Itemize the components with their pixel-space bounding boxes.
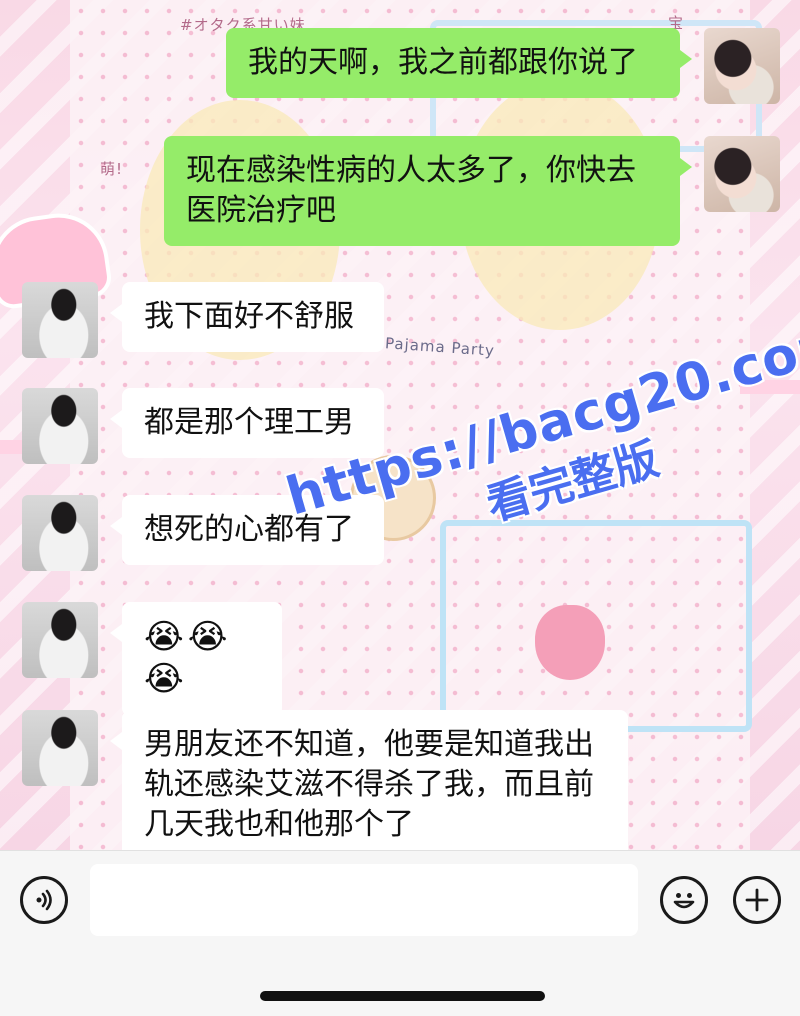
self-avatar[interactable] (704, 28, 780, 104)
chat-input-bar (0, 850, 800, 1016)
crying-emoji-text: 😭😭😭 (144, 617, 232, 699)
contact-avatar[interactable] (22, 602, 98, 678)
message-bubble-received[interactable]: 想死的心都有了 (110, 495, 384, 565)
message-text: 都是那个理工男 (144, 405, 354, 440)
wallpaper-side-text: 萌! (100, 160, 124, 178)
message-bubble-received[interactable]: 男朋友还不知道，他要是知道我出轨还感染艾滋不得杀了我，而且前几天我也和他那个了 (110, 710, 628, 860)
message-bubble-received[interactable]: 😭😭😭 (110, 602, 282, 716)
message-row: 现在感染性病的人太多了，你快去医院治疗吧 (164, 136, 780, 246)
contact-avatar[interactable] (22, 495, 98, 571)
message-bubble-sent[interactable]: 我的天啊，我之前都跟你说了 (226, 28, 692, 98)
voice-icon (36, 889, 52, 911)
self-avatar[interactable] (704, 136, 780, 212)
message-row: 都是那个理工男 (22, 388, 384, 464)
contact-avatar[interactable] (22, 388, 98, 464)
contact-avatar[interactable] (22, 282, 98, 358)
strawberry-decoration (535, 605, 605, 680)
message-bubble-sent[interactable]: 现在感染性病的人太多了，你快去医院治疗吧 (164, 136, 692, 246)
message-text: 男朋友还不知道，他要是知道我出轨还感染艾滋不得杀了我，而且前几天我也和他那个了 (144, 727, 594, 842)
emoji-button[interactable] (660, 876, 708, 924)
message-row: 😭😭😭 (22, 602, 282, 716)
message-row: 我的天啊，我之前都跟你说了 (226, 28, 780, 104)
message-row: 我下面好不舒服 (22, 282, 384, 358)
message-row: 想死的心都有了 (22, 495, 384, 571)
contact-avatar[interactable] (22, 710, 98, 786)
message-text: 想死的心都有了 (144, 512, 354, 547)
plus-icon (745, 888, 769, 912)
message-bubble-received[interactable]: 都是那个理工男 (110, 388, 384, 458)
message-text: 我的天啊，我之前都跟你说了 (248, 45, 638, 80)
plus-button[interactable] (733, 876, 781, 924)
voice-button[interactable] (20, 876, 68, 924)
home-indicator (260, 991, 545, 1001)
message-input[interactable] (90, 864, 638, 936)
wallpaper-stripe (740, 380, 800, 394)
message-text: 我下面好不舒服 (144, 299, 354, 334)
emoji-icon (673, 893, 695, 909)
message-text: 现在感染性病的人太多了，你快去医院治疗吧 (186, 153, 636, 228)
message-bubble-received[interactable]: 我下面好不舒服 (110, 282, 384, 352)
message-row: 男朋友还不知道，他要是知道我出轨还感染艾滋不得杀了我，而且前几天我也和他那个了 (22, 710, 628, 860)
